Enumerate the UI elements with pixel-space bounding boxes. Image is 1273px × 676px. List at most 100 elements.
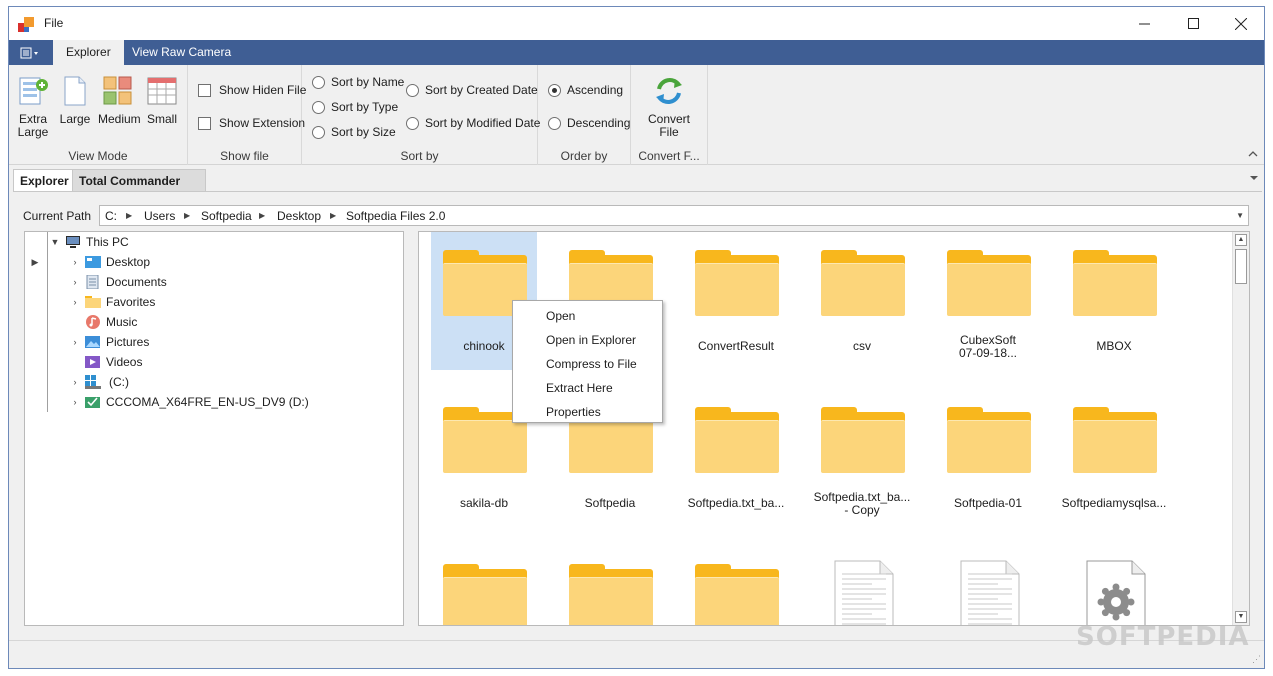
file-item[interactable]: MBOX — [1061, 232, 1167, 370]
file-item[interactable] — [431, 546, 537, 625]
minimize-button[interactable] — [1120, 7, 1168, 40]
application-menu-button[interactable] — [9, 40, 50, 65]
maximize-icon — [1187, 18, 1199, 29]
path-dropdown-icon[interactable]: ▼ — [1236, 211, 1244, 220]
sort-by-modified-date-radio[interactable]: Sort by Modified Date — [406, 116, 540, 130]
checkbox-box — [198, 116, 211, 130]
file-name: CubexSoft 07-09-18... — [935, 334, 1041, 360]
doc-tab-explorer[interactable]: Explorer — [13, 169, 76, 191]
sort-by-modified-date-label: Sort by Modified Date — [425, 116, 541, 130]
file-item[interactable]: Softpedia-01 — [935, 389, 1041, 527]
file-name: Softpedia — [584, 496, 636, 510]
convert-refresh-icon — [653, 75, 685, 107]
sort-by-group: Sort by Name Sort by Type Sort by Size S… — [302, 65, 540, 165]
vertical-scrollbar[interactable]: ▲ ▼ — [1232, 232, 1249, 625]
file-item[interactable] — [809, 546, 915, 625]
radio-dot — [406, 83, 419, 97]
descending-radio[interactable]: Descending — [548, 116, 630, 130]
radio-dot-selected — [548, 83, 561, 97]
tree-item-favorites[interactable]: › Favorites — [69, 292, 156, 312]
tree-item-drive-c[interactable]: › (C:) — [69, 372, 129, 392]
file-name-line2: - Copy — [844, 503, 880, 517]
medium-button[interactable]: Medium — [98, 75, 141, 126]
file-item[interactable]: Softpedia.txt_ba... - Copy — [809, 389, 915, 527]
ascending-radio[interactable]: Ascending — [548, 83, 623, 97]
resize-grip-icon[interactable]: ⋰ — [1252, 654, 1261, 665]
tree-guide-line — [47, 232, 48, 412]
tree-item-desktop[interactable]: › Desktop — [69, 252, 151, 272]
expand-arrow-icon: › — [73, 377, 77, 387]
view-mode-group: Extra Large Large Medium Small View Mode — [9, 65, 188, 165]
medium-label: Medium — [98, 112, 141, 126]
close-button[interactable] — [1217, 7, 1265, 40]
menu-item-properties[interactable]: Properties — [513, 400, 662, 424]
folder-icon — [85, 295, 101, 309]
large-button[interactable]: Large — [57, 75, 93, 126]
file-item[interactable]: Softpedia.txt_ba... — [683, 389, 789, 527]
breadcrumb-separator-icon: ▶ — [259, 211, 266, 220]
path-breadcrumb[interactable]: C: ▶ Users ▶ Softpedia ▶ Desktop ▶ Softp… — [99, 205, 1249, 226]
tree-item-music[interactable]: Music — [69, 312, 137, 332]
breadcrumb-item[interactable]: Desktop — [277, 209, 321, 223]
breadcrumb-item[interactable]: Softpedia Files 2.0 — [346, 209, 445, 223]
file-item[interactable] — [557, 546, 663, 625]
expand-arrow-icon: › — [73, 297, 77, 307]
text-document-icon — [960, 560, 1020, 625]
menu-item-extract-here[interactable]: Extract Here — [513, 376, 662, 400]
file-item[interactable] — [683, 546, 789, 625]
sort-by-name-radio[interactable]: Sort by Name — [312, 75, 404, 89]
file-item[interactable] — [935, 546, 1041, 625]
breadcrumb-item[interactable]: Users — [144, 209, 175, 223]
show-extension-checkbox[interactable]: Show Extension — [198, 116, 305, 130]
large-view-icon — [59, 75, 91, 107]
order-by-group-label: Order by — [560, 149, 608, 163]
file-name: Softpediamysqlsa... — [1061, 496, 1167, 510]
menu-item-compress-to-file[interactable]: Compress to File — [513, 352, 662, 376]
small-button[interactable]: Small — [145, 75, 179, 126]
sort-by-created-date-radio[interactable]: Sort by Created Date — [406, 83, 538, 97]
tree-item-drive-d[interactable]: › CCCOMA_X64FRE_EN-US_DV9 (D:) — [69, 392, 309, 412]
tab-view-raw-camera[interactable]: View Raw Camera — [119, 40, 244, 65]
scroll-thumb[interactable] — [1235, 249, 1247, 284]
tree-item-videos[interactable]: Videos — [69, 352, 142, 372]
tree-item-this-pc[interactable]: ▼ This PC — [49, 232, 129, 252]
extra-large-button[interactable]: Extra Large — [15, 75, 51, 139]
title-bar: File — [9, 7, 1264, 40]
scroll-up-button[interactable]: ▲ — [1235, 234, 1247, 246]
file-name: MBOX — [1096, 339, 1132, 353]
view-mode-group-label: View Mode — [68, 149, 128, 163]
file-item[interactable]: CubexSoft 07-09-18... — [935, 232, 1041, 370]
file-item[interactable] — [1061, 546, 1167, 625]
breadcrumb-item[interactable]: Softpedia — [201, 209, 252, 223]
desktop-icon — [85, 255, 101, 269]
tree-item-documents[interactable]: › Documents — [69, 272, 167, 292]
maximize-button[interactable] — [1169, 7, 1217, 40]
radio-dot — [312, 75, 325, 89]
tab-explorer[interactable]: Explorer — [53, 40, 124, 65]
convert-file-button[interactable]: Convert File — [645, 75, 693, 139]
breadcrumb-separator-icon: ▶ — [330, 211, 337, 220]
folder-icon — [443, 564, 527, 625]
menu-item-open[interactable]: Open — [513, 304, 662, 328]
breadcrumb-separator-icon: ▶ — [126, 211, 133, 220]
tree-item-pictures[interactable]: › Pictures — [69, 332, 150, 352]
tree-item-label: Pictures — [106, 335, 150, 349]
tree-expander[interactable]: ▶ — [29, 252, 45, 272]
menu-item-open-in-explorer[interactable]: Open in Explorer — [513, 328, 662, 352]
collapse-ribbon-button[interactable] — [1248, 149, 1258, 160]
show-hidden-file-checkbox[interactable]: Show Hiden File — [198, 83, 306, 97]
sort-by-size-radio[interactable]: Sort by Size — [312, 125, 396, 139]
file-item[interactable]: ConvertResult — [683, 232, 789, 370]
convert-group: Convert File Convert F... — [631, 65, 708, 165]
pictures-icon — [85, 335, 101, 349]
file-item[interactable]: csv — [809, 232, 915, 370]
breadcrumb-item[interactable]: C: — [105, 209, 117, 223]
large-label: Large — [59, 112, 91, 126]
tree-item-label: This PC — [86, 235, 129, 249]
radio-dot — [548, 116, 561, 130]
collapse-arrow-icon: ▼ — [50, 237, 60, 247]
tab-list-dropdown[interactable] — [1250, 173, 1258, 183]
doc-tab-total-commander[interactable]: Total Commander — [72, 169, 206, 191]
file-item[interactable]: Softpediamysqlsa... — [1061, 389, 1167, 527]
sort-by-type-radio[interactable]: Sort by Type — [312, 100, 398, 114]
